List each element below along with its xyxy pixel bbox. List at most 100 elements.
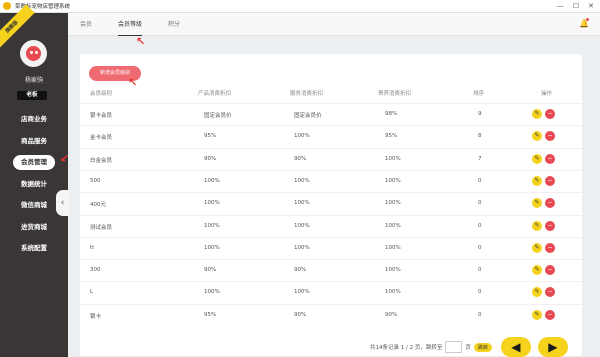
username: 杨家驹 xyxy=(24,77,43,84)
next-page-button[interactable]: ▶ xyxy=(537,337,568,357)
edit-icon[interactable]: ✎ xyxy=(532,242,542,253)
table-row: 白金会员 90% 90% 100% 7 ✎ − xyxy=(80,147,582,170)
page-jump-input[interactable] xyxy=(445,341,463,353)
cell-level: 300 xyxy=(90,267,101,274)
cell-boarding-discount: 100% xyxy=(385,289,401,296)
cell-level: 银卡会员 xyxy=(90,113,113,119)
cell-sort: 0 xyxy=(478,222,482,229)
annotation-arrow-icon: ↖ xyxy=(128,76,138,89)
app-logo-icon xyxy=(3,2,11,10)
delete-icon[interactable]: − xyxy=(545,198,555,209)
header-boarding-discount: 寄养消费折扣 xyxy=(378,91,412,97)
notification-dot xyxy=(586,18,589,21)
cell-product-discount: 90% xyxy=(204,155,217,162)
delete-icon[interactable]: − xyxy=(545,287,555,298)
cell-boarding-discount: 100% xyxy=(385,177,401,184)
header-product-discount: 产品消费折扣 xyxy=(198,91,232,97)
cell-boarding-discount: 95% xyxy=(385,133,398,140)
cell-sort: 0 xyxy=(478,311,482,318)
edit-icon[interactable]: ✎ xyxy=(532,309,542,320)
edit-icon[interactable]: ✎ xyxy=(532,198,542,209)
cell-product-discount: 100% xyxy=(204,177,220,184)
row-actions: ✎ − xyxy=(532,265,555,276)
go-button[interactable]: 跳转 xyxy=(473,342,492,352)
table-row: L 100% 100% 100% 0 ✎ − xyxy=(80,281,582,303)
tab-points[interactable]: 积分 xyxy=(168,13,180,36)
row-actions: ✎ − xyxy=(532,109,555,119)
sidebar-item-store[interactable]: 店商业务 xyxy=(0,109,68,131)
delete-icon[interactable]: − xyxy=(545,175,555,186)
member-level-panel: 新增会员级别 ↖ 会员级别 产品消费折扣 服务消费折扣 寄养消费折扣 排序 操作… xyxy=(80,54,582,357)
row-actions: ✎ − xyxy=(532,175,555,186)
table-row: 银卡会员 固定会员价 固定会员价 98% 9 ✎ − xyxy=(80,103,582,125)
cell-service-discount: 100% xyxy=(294,222,310,229)
table-row: 测试会员 100% 100% 100% 0 ✎ − xyxy=(80,214,582,237)
sidebar-item-settings[interactable]: 系统配置 xyxy=(0,238,68,260)
title-bar: 菜歌标宠物店管理系统 — ☐ ✕ xyxy=(0,0,600,13)
header-sort: 排序 xyxy=(473,91,485,97)
cell-product-discount: 100% xyxy=(204,222,220,229)
cell-boarding-discount: 100% xyxy=(385,155,401,162)
cell-service-discount: 100% xyxy=(294,289,310,296)
page-suffix: 页 xyxy=(465,345,471,351)
edit-icon[interactable]: ✎ xyxy=(532,175,542,186)
cell-sort: 0 xyxy=(478,177,482,184)
edit-icon[interactable]: ✎ xyxy=(532,109,542,119)
sidebar-item-purchase-mall[interactable]: 进货商城 xyxy=(0,217,68,239)
sidebar-item-members[interactable]: 会员管理 xyxy=(0,152,68,174)
delete-icon[interactable]: − xyxy=(545,242,555,253)
minimize-icon[interactable]: — xyxy=(557,2,564,10)
sidebar: 旗舰版 杨家驹 老板 店商业务 商品服务 会员管理 数据统计 微信商城 进货商城… xyxy=(0,4,68,357)
edit-icon[interactable]: ✎ xyxy=(532,153,542,164)
delete-icon[interactable]: − xyxy=(545,109,555,119)
cell-product-discount: 100% xyxy=(204,244,220,251)
prev-page-button[interactable]: ◀ xyxy=(500,337,531,357)
table-header: 会员级别 产品消费折扣 服务消费折扣 寄养消费折扣 排序 操作 xyxy=(80,89,582,101)
tab-members[interactable]: 会员 xyxy=(80,13,92,36)
cell-boarding-discount: 90% xyxy=(385,311,398,318)
edit-icon[interactable]: ✎ xyxy=(532,287,542,298)
cell-level: 金卡会员 xyxy=(90,135,113,142)
cell-level: 400元 xyxy=(90,202,106,209)
cell-level: 500 xyxy=(90,177,101,184)
edit-icon[interactable]: ✎ xyxy=(532,131,542,142)
annotation-arrow-icon: ↖ xyxy=(136,35,146,48)
delete-icon[interactable]: − xyxy=(545,265,555,276)
collapse-sidebar-button[interactable]: ‹ xyxy=(56,190,69,216)
sidebar-item-products[interactable]: 商品服务 xyxy=(0,131,68,153)
cell-sort: 0 xyxy=(478,200,482,207)
delete-icon[interactable]: − xyxy=(545,153,555,164)
delete-icon[interactable]: − xyxy=(545,309,555,320)
cell-service-discount: 100% xyxy=(294,177,310,184)
row-actions: ✎ − xyxy=(532,242,555,253)
avatar[interactable] xyxy=(20,40,47,67)
row-actions: ✎ − xyxy=(532,198,555,209)
edit-icon[interactable]: ✎ xyxy=(532,265,542,276)
avatar-face-icon xyxy=(26,46,41,61)
cell-product-discount: 95% xyxy=(204,311,217,318)
cell-boarding-discount: 100% xyxy=(385,222,401,229)
header-actions: 操作 xyxy=(541,91,553,97)
bell-icon[interactable]: 🔔 xyxy=(579,18,589,29)
delete-icon[interactable]: − xyxy=(545,131,555,142)
annotation-arrow-icon: ↙ xyxy=(60,152,70,165)
table-row: 500 100% 100% 100% 0 ✎ − xyxy=(80,169,582,192)
maximize-icon[interactable]: ☐ xyxy=(573,2,579,10)
table-row: 400元 100% 100% 100% 0 ✎ − xyxy=(80,192,582,214)
edit-icon[interactable]: ✎ xyxy=(532,220,542,231)
pagination-summary: 共14条记录 1 / 2 页，跳转至 xyxy=(370,345,443,351)
header-level: 会员级别 xyxy=(90,91,113,97)
cell-sort: 0 xyxy=(478,267,482,274)
cell-service-discount: 100% xyxy=(294,244,310,251)
cell-sort: 0 xyxy=(478,289,482,296)
cell-boarding-discount: 98% xyxy=(385,111,398,117)
role-badge: 老板 xyxy=(17,91,47,100)
tab-member-levels[interactable]: 会员等级 xyxy=(118,13,143,36)
cell-sort: 8 xyxy=(478,133,482,140)
cell-product-discount: 100% xyxy=(204,289,220,296)
close-icon[interactable]: ✕ xyxy=(588,2,594,10)
cell-sort: 7 xyxy=(478,155,482,162)
cell-level: 白金会员 xyxy=(90,157,113,164)
delete-icon[interactable]: − xyxy=(545,220,555,231)
cell-service-discount: 90% xyxy=(294,155,307,162)
